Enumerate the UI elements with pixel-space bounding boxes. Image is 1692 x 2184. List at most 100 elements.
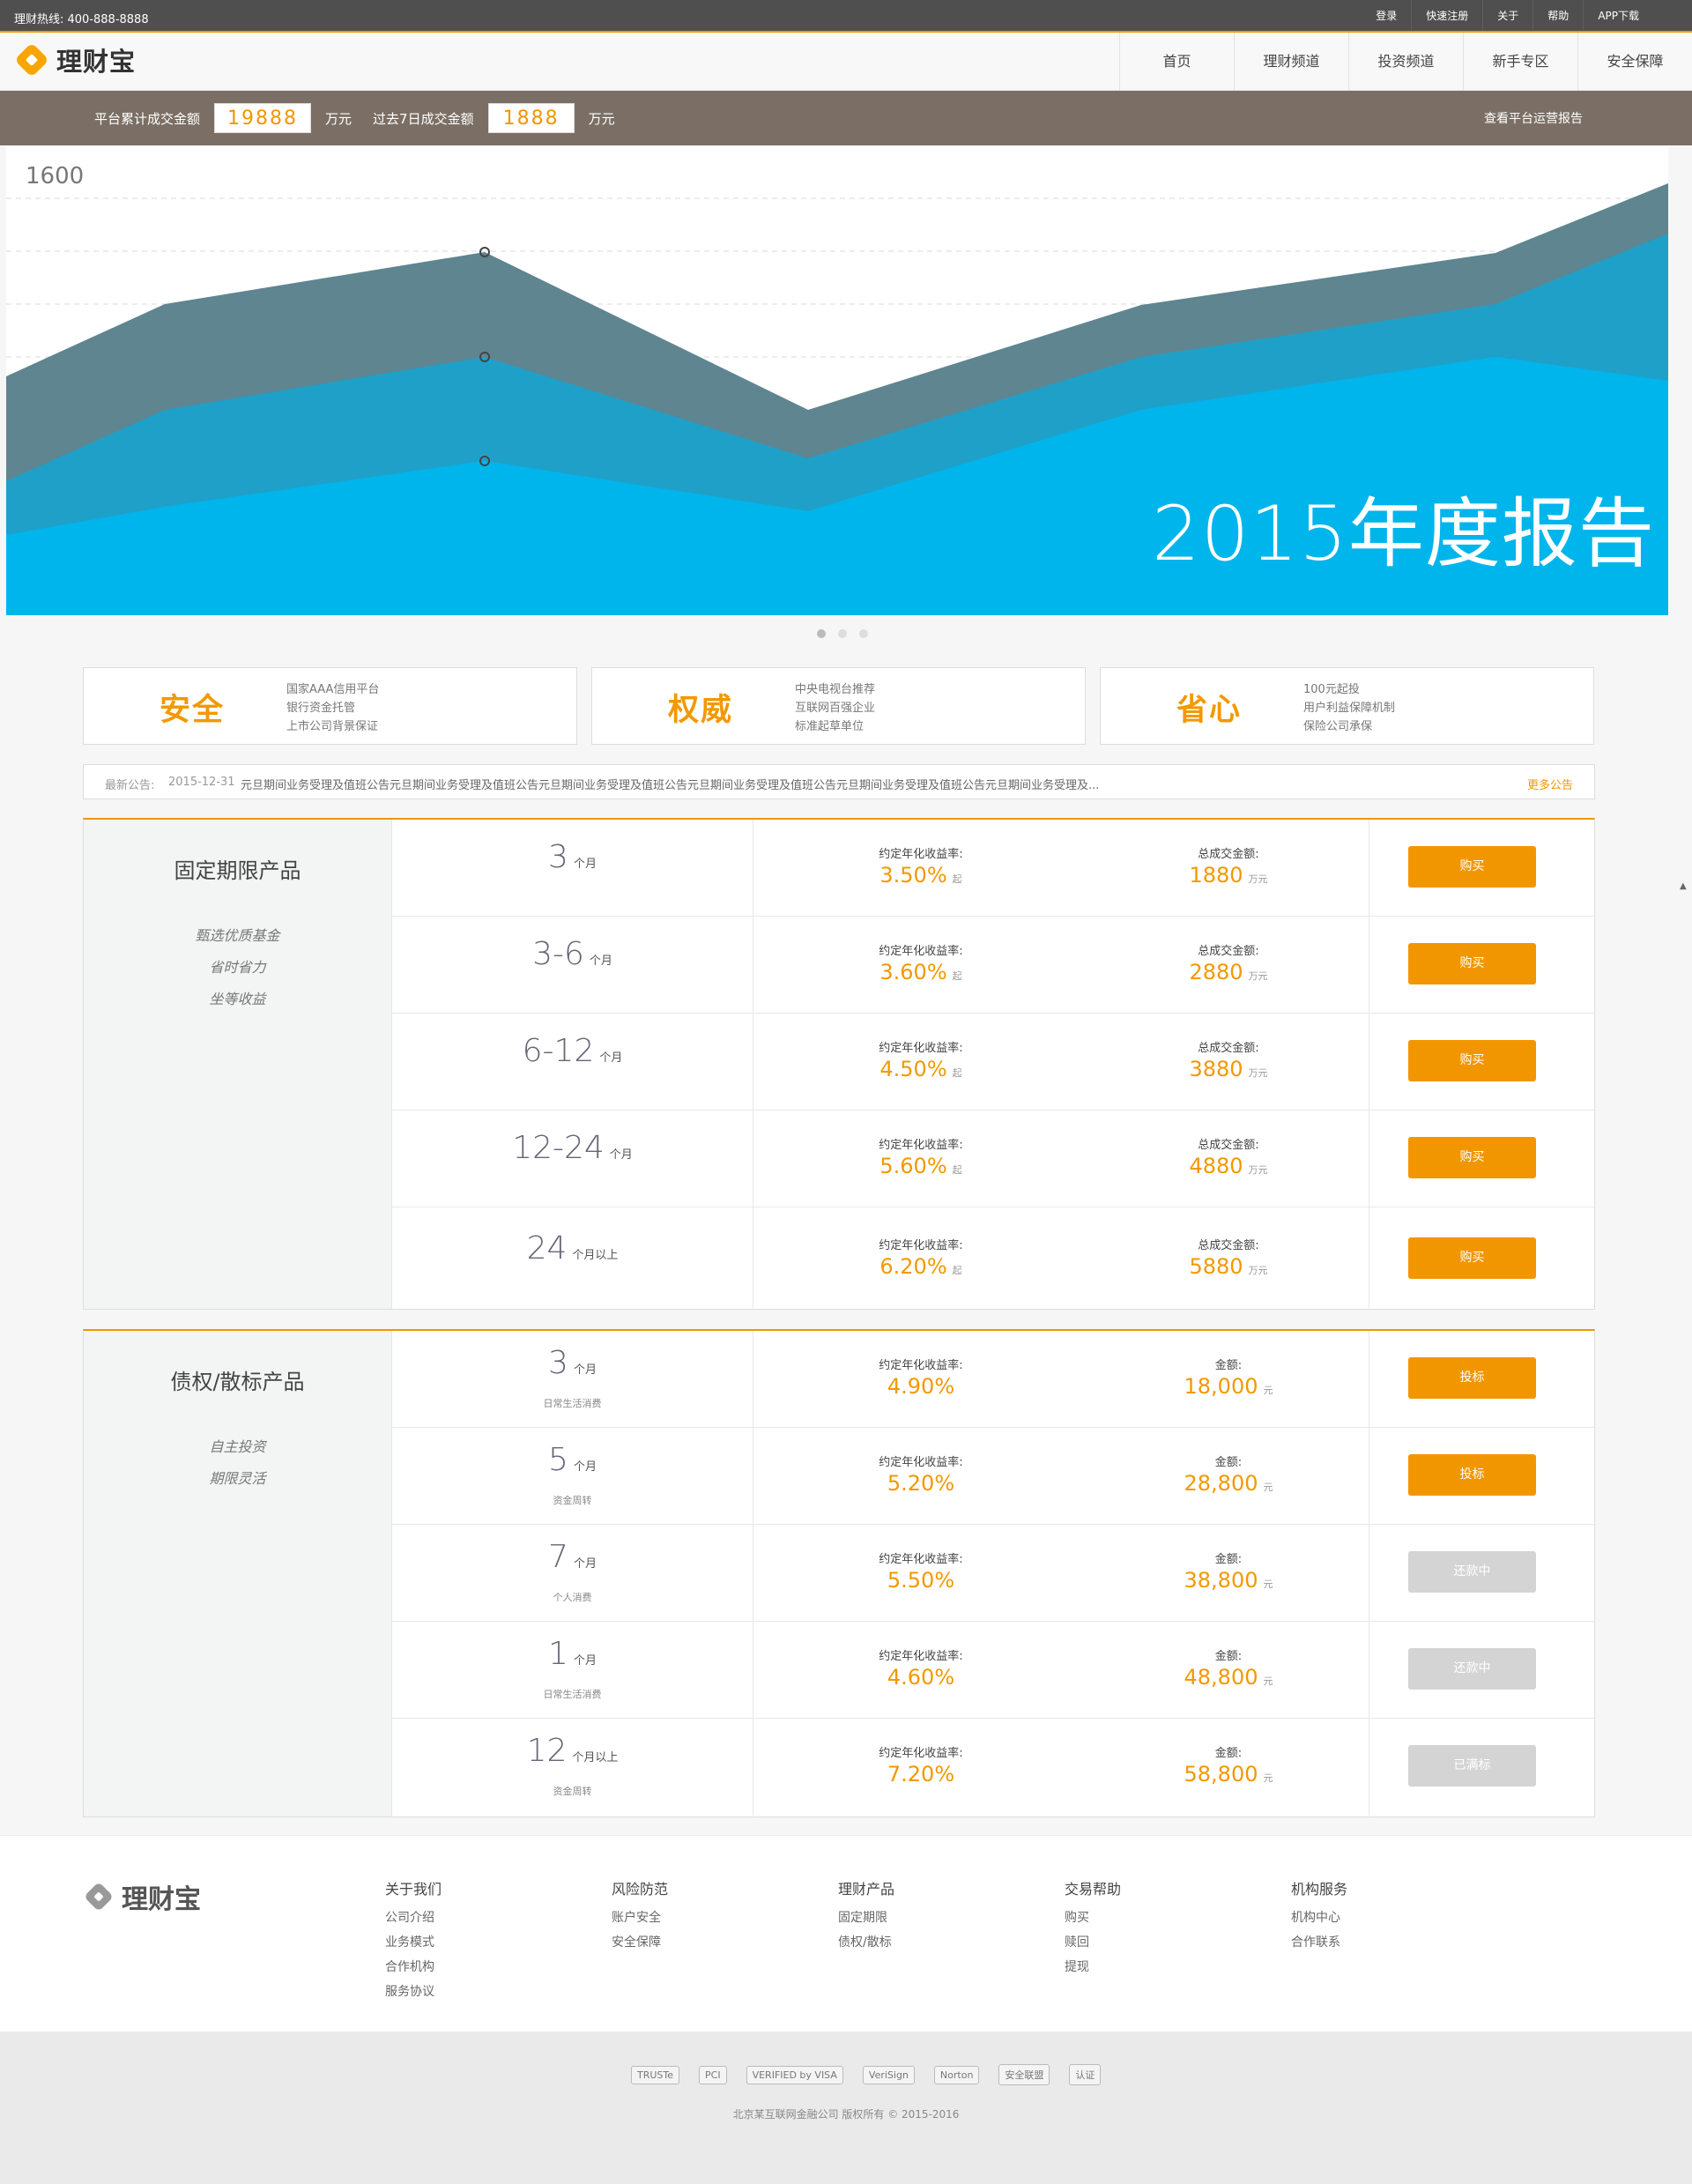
panel-tag: 坐等收益 bbox=[209, 991, 266, 1007]
term-cell: 5 个月 资金周转 bbox=[392, 1428, 753, 1524]
amount-unit: 万元 bbox=[1248, 1265, 1268, 1276]
footer-link[interactable]: 安全保障 bbox=[612, 1930, 668, 1955]
notice-label: 最新公告: bbox=[105, 779, 155, 792]
amount-unit: 万元 bbox=[1248, 1067, 1268, 1079]
slider-dot-3[interactable] bbox=[859, 629, 868, 638]
feature-title: 省心 bbox=[1176, 693, 1243, 728]
footer-link[interactable]: 业务模式 bbox=[385, 1930, 442, 1955]
footer-link[interactable]: 账户安全 bbox=[612, 1905, 668, 1930]
buy-button[interactable]: 购买 bbox=[1408, 943, 1536, 984]
amount-cell: 金额: 48,800 元 bbox=[1088, 1646, 1369, 1690]
nav-home[interactable]: 首页 bbox=[1119, 33, 1234, 91]
stats-bar: 平台累计成交金额 19888 万元 过去7日成交金额 1888 万元 查看平台运… bbox=[0, 91, 1692, 145]
footer-logo-diamond-icon bbox=[84, 1882, 114, 1912]
register-link[interactable]: 快速注册 bbox=[1411, 0, 1482, 32]
footer-link[interactable]: 债权/散标 bbox=[838, 1930, 894, 1955]
footer-link[interactable]: 合作机构 bbox=[385, 1955, 442, 1980]
term-value: 3-6 bbox=[532, 936, 584, 972]
help-link[interactable]: 帮助 bbox=[1532, 0, 1583, 32]
nav-security[interactable]: 安全保障 bbox=[1577, 33, 1692, 91]
footer-col-risk: 风险防范 账户安全 安全保障 bbox=[612, 1877, 668, 1955]
footer-link[interactable]: 机构中心 bbox=[1291, 1905, 1347, 1930]
week-label: 过去7日成交金额 bbox=[373, 110, 474, 127]
footer-link[interactable]: 公司介绍 bbox=[385, 1905, 442, 1930]
report-link[interactable]: 查看平台运营报告 bbox=[1484, 109, 1583, 127]
rate-cell: 约定年化收益率: 7.20% bbox=[753, 1743, 1088, 1787]
amount-unit: 万元 bbox=[1248, 1164, 1268, 1176]
product-row: 6-12 个月 约定年化收益率: 4.50% 起 总成交金额: 3880 万元 购买 bbox=[392, 1014, 1594, 1111]
feature-line: 互联网百强企业 bbox=[795, 702, 876, 715]
footer-col-title: 交易帮助 bbox=[1065, 1881, 1122, 1898]
repaying-button: 还款中 bbox=[1408, 1648, 1536, 1690]
verisign-badge-icon[interactable]: VeriSign bbox=[862, 2065, 915, 2084]
security-alliance-badge-icon[interactable]: 安全联盟 bbox=[998, 2064, 1050, 2085]
nav-invest[interactable]: 投资频道 bbox=[1348, 33, 1463, 91]
bid-button[interactable]: 投标 bbox=[1408, 1357, 1536, 1399]
product-row: 1 个月 日常生活消费 约定年化收益率: 4.60% 金额: 48,800 元 还款中 bbox=[392, 1622, 1594, 1719]
norton-badge-icon[interactable]: Norton bbox=[933, 2065, 980, 2084]
amount-cell: 总成交金额: 1880 万元 bbox=[1088, 844, 1369, 888]
footer-link[interactable]: 合作联系 bbox=[1291, 1930, 1347, 1955]
footer-col-title: 理财产品 bbox=[838, 1881, 895, 1898]
pci-badge-icon[interactable]: PCI bbox=[699, 2065, 727, 2084]
banner-axis-label: 1600 bbox=[26, 163, 85, 189]
footer-col-help: 交易帮助 购买 赎回 提现 bbox=[1065, 1877, 1121, 1980]
more-notices-link[interactable]: 更多公告 bbox=[1527, 776, 1573, 792]
footer-link[interactable]: 赎回 bbox=[1065, 1930, 1121, 1955]
buy-button[interactable]: 购买 bbox=[1408, 1040, 1536, 1081]
term-cell: 1 个月 日常生活消费 bbox=[392, 1622, 753, 1718]
scroll-up-arrow-icon[interactable]: ▲ bbox=[1680, 881, 1687, 891]
buy-button[interactable]: 购买 bbox=[1408, 1237, 1536, 1279]
rate-label: 约定年化收益率: bbox=[879, 1239, 963, 1252]
amount-label: 金额: bbox=[1214, 1456, 1243, 1469]
panel-sidebar: 固定期限产品 甄选优质基金 省时省力 坐等收益 bbox=[84, 820, 392, 1309]
rate-value: 5.50% bbox=[887, 1568, 955, 1593]
rate-value: 3.50% bbox=[879, 863, 947, 888]
buy-button[interactable]: 购买 bbox=[1408, 846, 1536, 888]
amount-label: 金额: bbox=[1214, 1359, 1243, 1372]
logo[interactable]: 理财宝 bbox=[14, 42, 137, 78]
feature-desc: 国家AAA信用平台 银行资金托管 上市公司背景保证 bbox=[286, 680, 379, 736]
slider-dot-2[interactable] bbox=[838, 629, 847, 638]
term-purpose: 日常生活消费 bbox=[543, 1689, 602, 1700]
login-link[interactable]: 登录 bbox=[1362, 0, 1411, 32]
footer-link[interactable]: 服务协议 bbox=[385, 1980, 442, 2004]
button-cell: 购买 bbox=[1369, 820, 1594, 916]
app-download-link[interactable]: APP下载 bbox=[1583, 0, 1653, 32]
product-row: 3-6 个月 约定年化收益率: 3.60% 起 总成交金额: 2880 万元 购买 bbox=[392, 917, 1594, 1014]
term-cell: 12 个月以上 资金周转 bbox=[392, 1719, 753, 1816]
amount-value: 5880 bbox=[1189, 1254, 1243, 1279]
rate-label: 约定年化收益率: bbox=[879, 1553, 963, 1566]
fully-funded-button: 已满标 bbox=[1408, 1745, 1536, 1787]
visa-badge-icon[interactable]: VERIFIED by VISA bbox=[746, 2065, 843, 2084]
total-label: 平台累计成交金额 bbox=[94, 110, 201, 127]
nav-newbie[interactable]: 新手专区 bbox=[1463, 33, 1577, 91]
total-unit: 万元 bbox=[325, 110, 352, 127]
rate-cell: 约定年化收益率: 4.60% bbox=[753, 1646, 1088, 1690]
nav-finance[interactable]: 理财频道 bbox=[1234, 33, 1348, 91]
term-unit: 个月 bbox=[573, 1654, 597, 1668]
about-link[interactable]: 关于 bbox=[1482, 0, 1532, 32]
truste-badge-icon[interactable]: TRUSTe bbox=[631, 2065, 680, 2084]
banner-carousel[interactable]: 1600 2015年度报告 bbox=[6, 145, 1668, 615]
footer-logo-text: 理财宝 bbox=[122, 1884, 201, 1915]
footer-link[interactable]: 固定期限 bbox=[838, 1905, 894, 1930]
term-unit: 个月 bbox=[573, 1460, 597, 1474]
slider-dot-1[interactable] bbox=[817, 629, 826, 638]
term-unit: 个月以上 bbox=[572, 1249, 619, 1262]
rate-suffix: 起 bbox=[952, 1164, 962, 1176]
amount-label: 金额: bbox=[1214, 1553, 1243, 1566]
rate-suffix: 起 bbox=[952, 1265, 962, 1276]
footer-logo[interactable]: 理财宝 bbox=[84, 1877, 201, 1916]
buy-button[interactable]: 购买 bbox=[1408, 1137, 1536, 1178]
footer-col-institution: 机构服务 机构中心 合作联系 bbox=[1291, 1877, 1347, 1955]
certification-badge-icon[interactable]: 认证 bbox=[1069, 2064, 1102, 2085]
notice-text[interactable]: 元旦期间业务受理及值班公告元旦期间业务受理及值班公告元旦期间业务受理及值班公告元… bbox=[241, 776, 1175, 792]
footer-link[interactable]: 提现 bbox=[1065, 1955, 1121, 1980]
logo-text: 理财宝 bbox=[56, 47, 137, 77]
rate-value: 6.20% bbox=[879, 1254, 947, 1279]
bid-button[interactable]: 投标 bbox=[1408, 1454, 1536, 1496]
footer-link[interactable]: 购买 bbox=[1065, 1905, 1121, 1930]
feature-desc: 中央电视台推荐 互联网百强企业 标准起草单位 bbox=[795, 680, 875, 736]
amount-cell: 金额: 58,800 元 bbox=[1088, 1743, 1369, 1787]
